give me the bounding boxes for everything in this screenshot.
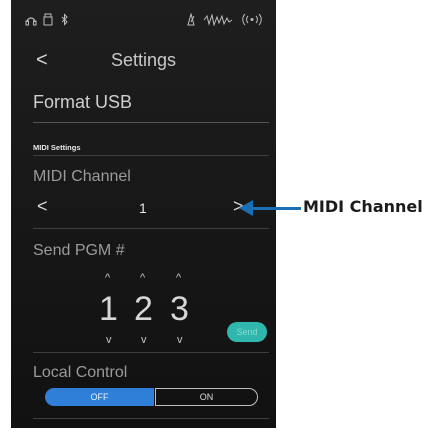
digit-1-up-icon[interactable]: ^ xyxy=(105,272,110,284)
midi-waveform-icon xyxy=(203,14,233,26)
digit-2-down-icon[interactable]: v xyxy=(141,334,147,346)
send-button[interactable]: Send xyxy=(227,322,267,342)
local-control-toggle: OFF ON xyxy=(45,388,258,406)
annotation-line xyxy=(245,207,301,210)
midi-channel-label: MIDI Channel xyxy=(33,168,131,185)
divider xyxy=(33,228,269,229)
metronome-icon xyxy=(187,13,195,26)
settings-screen: < Settings Format USB MIDI Settings MIDI… xyxy=(11,0,276,428)
status-bar xyxy=(11,0,276,40)
usb-icon xyxy=(43,13,53,26)
local-control-label: Local Control xyxy=(33,364,128,381)
wireless-icon xyxy=(242,13,262,26)
format-usb-label: Format USB xyxy=(33,92,133,112)
divider xyxy=(33,352,269,353)
page-title: Settings xyxy=(110,50,177,70)
section-header: MIDI Settings xyxy=(33,143,81,152)
local-control-off-option[interactable]: OFF xyxy=(45,388,154,406)
digit-2-up-icon[interactable]: ^ xyxy=(140,272,145,284)
midi-channel-prev-icon[interactable]: < xyxy=(37,196,48,217)
pgm-digit-3[interactable]: 3 xyxy=(170,290,189,329)
midi-channel-value: 1 xyxy=(139,200,147,216)
digit-3-up-icon[interactable]: ^ xyxy=(176,272,181,284)
local-control-on-option[interactable]: ON xyxy=(155,388,258,406)
bluetooth-icon xyxy=(61,13,68,26)
divider xyxy=(33,155,269,156)
digit-1-down-icon[interactable]: v xyxy=(106,334,112,346)
send-pgm-label: Send PGM # xyxy=(33,242,125,259)
divider xyxy=(33,418,269,419)
format-usb-item[interactable]: Format USB xyxy=(33,92,269,123)
digit-3-down-icon[interactable]: v xyxy=(177,334,183,346)
pgm-digit-1[interactable]: 1 xyxy=(99,290,118,329)
pgm-digit-2[interactable]: 2 xyxy=(134,290,153,329)
annotation-label: MIDI Channel xyxy=(303,197,423,216)
nav-bar: < Settings xyxy=(11,44,276,80)
headphones-icon xyxy=(25,17,37,26)
